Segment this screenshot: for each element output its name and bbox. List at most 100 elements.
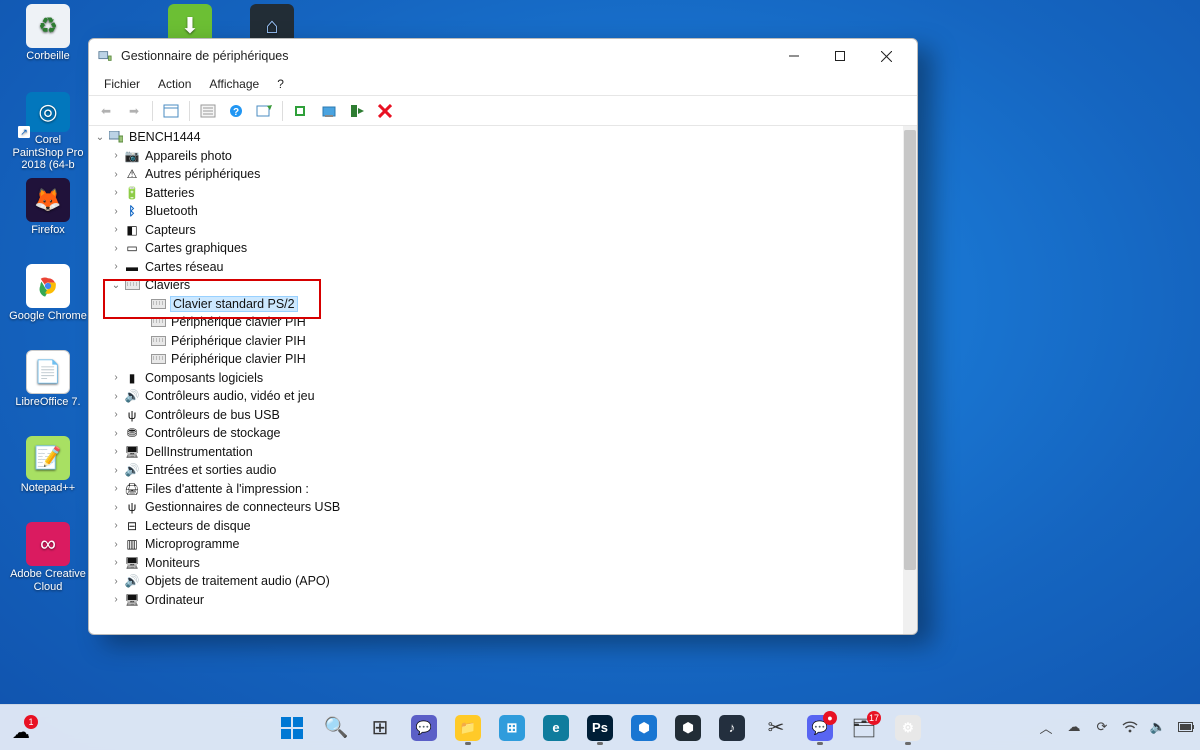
- category-icon: ψ: [123, 407, 141, 423]
- adobe-cc-icon: ∞: [26, 522, 70, 566]
- tray-battery-icon[interactable]: [1178, 719, 1194, 735]
- tree-category[interactable]: ›🔊Objets de traitement audio (APO): [89, 572, 903, 591]
- taskbar-snip-button[interactable]: ✂: [757, 709, 795, 747]
- tree-category[interactable]: ›▭Cartes graphiques: [89, 239, 903, 258]
- taskbar-hex1-button[interactable]: ⬢: [625, 709, 663, 747]
- vertical-scrollbar[interactable]: [903, 126, 917, 634]
- category-icon: 🔋: [123, 185, 141, 201]
- category-icon: ψ: [123, 499, 141, 515]
- category-icon: 🔊: [123, 573, 141, 589]
- svg-text:?: ?: [233, 107, 239, 118]
- taskbar-widgets[interactable]: ☁1: [6, 717, 36, 747]
- desktop-icon-libreoffice[interactable]: 📄LibreOffice 7.↗: [8, 350, 88, 430]
- icon-label: Corel PaintShop Pro 2018 (64-b: [8, 134, 88, 172]
- taskbar-chat-button[interactable]: 💬: [405, 709, 443, 747]
- desktop-icon-notepadpp[interactable]: 📝Notepad++↗: [8, 436, 88, 516]
- properties-button[interactable]: [195, 99, 221, 123]
- uninstall-device-button[interactable]: [316, 99, 342, 123]
- tree-category[interactable]: ›🖥Moniteurs: [89, 554, 903, 573]
- category-icon: ▬: [123, 259, 141, 275]
- devmgr-icon: ⚙: [895, 715, 921, 741]
- store-icon: ⊞: [499, 715, 525, 741]
- tree-device-keyboard[interactable]: Périphérique clavier PIH: [89, 332, 903, 351]
- app-icon: [97, 48, 113, 64]
- tray-wifi-icon[interactable]: [1122, 719, 1138, 735]
- show-hide-button[interactable]: [158, 99, 184, 123]
- tree-category[interactable]: ›🖥Ordinateur: [89, 591, 903, 610]
- taskbar-discord-button[interactable]: 💬●: [801, 709, 839, 747]
- taskbar-devmgr-button[interactable]: ⚙: [889, 709, 927, 747]
- tray-sync-icon[interactable]: ⟳: [1094, 719, 1110, 735]
- tree-category[interactable]: ›📷Appareils photo: [89, 147, 903, 166]
- tree-category[interactable]: ›ψContrôleurs de bus USB: [89, 406, 903, 425]
- help-button[interactable]: ?: [223, 99, 249, 123]
- menu-help[interactable]: ?: [268, 74, 293, 94]
- icon-label: Corbeille: [26, 50, 69, 63]
- tree-category[interactable]: ›🖨Files d'attente à l'impression :: [89, 480, 903, 499]
- scroll-thumb[interactable]: [904, 130, 916, 570]
- maximize-button[interactable]: [817, 41, 863, 71]
- taskbar-explorer-button[interactable]: 📁: [449, 709, 487, 747]
- taskbar-taskview-button[interactable]: ⊞: [361, 709, 399, 747]
- menu-view[interactable]: Affichage: [200, 74, 268, 94]
- scan-button[interactable]: [251, 99, 277, 123]
- tree-category[interactable]: ›🔋Batteries: [89, 184, 903, 203]
- weather-icon[interactable]: ☁1: [6, 717, 36, 747]
- count-badge: ●: [823, 711, 837, 725]
- device-tree: ⌄BENCH1444›📷Appareils photo›⚠Autres péri…: [89, 126, 917, 634]
- category-icon: ▮: [123, 370, 141, 386]
- tree-root[interactable]: ⌄BENCH1444: [89, 128, 903, 147]
- tree-category[interactable]: ›▥Microprogramme: [89, 535, 903, 554]
- disable-device-button[interactable]: [344, 99, 370, 123]
- taskbar-search-button[interactable]: 🔍: [317, 709, 355, 747]
- system-tray: ︿ ☁ ⟳ 🔈: [1038, 704, 1194, 750]
- tray-onedrive-icon[interactable]: ☁: [1066, 719, 1082, 735]
- desktop-icon-recycle[interactable]: ♻ Corbeille: [8, 4, 88, 84]
- taskbar-office-button[interactable]: 🗂17: [845, 709, 883, 747]
- menu-action[interactable]: Action: [149, 74, 200, 94]
- tree-category[interactable]: ›▮Composants logiciels: [89, 369, 903, 388]
- desktop-icon-chrome[interactable]: Google Chrome↗: [8, 264, 88, 344]
- window-title: Gestionnaire de périphériques: [121, 49, 771, 63]
- notepadpp-icon: 📝: [26, 436, 70, 480]
- taskbar-store-button[interactable]: ⊞: [493, 709, 531, 747]
- toolbar: ⬅ ➡ ?: [89, 96, 917, 126]
- taskbar-edge-button[interactable]: e: [537, 709, 575, 747]
- minimize-button[interactable]: [771, 41, 817, 71]
- tree-category[interactable]: ›ψGestionnaires de connecteurs USB: [89, 498, 903, 517]
- tree-category-keyboards[interactable]: ⌄Claviers: [89, 276, 903, 295]
- keyboard-icon: [123, 277, 141, 293]
- icon-label: Notepad++: [21, 482, 75, 495]
- titlebar[interactable]: Gestionnaire de périphériques: [89, 39, 917, 73]
- tray-chevron-icon[interactable]: ︿: [1038, 719, 1054, 735]
- taskbar-hex2-button[interactable]: ⬢: [669, 709, 707, 747]
- category-icon: ⊟: [123, 518, 141, 534]
- tray-volume-icon[interactable]: 🔈: [1150, 719, 1166, 735]
- category-icon: ⛃: [123, 425, 141, 441]
- category-icon: 🔊: [123, 462, 141, 478]
- tree-category[interactable]: ›⛃Contrôleurs de stockage: [89, 424, 903, 443]
- taskbar-amazon-music-button[interactable]: ♪: [713, 709, 751, 747]
- tree-device-keyboard[interactable]: Périphérique clavier PIH: [89, 313, 903, 332]
- tree-category[interactable]: ›⊟Lecteurs de disque: [89, 517, 903, 536]
- taskbar-photoshop-button[interactable]: Ps: [581, 709, 619, 747]
- remove-device-button[interactable]: [372, 99, 398, 123]
- tree-category[interactable]: ›ᛒBluetooth: [89, 202, 903, 221]
- tree-category[interactable]: ›◧Capteurs: [89, 221, 903, 240]
- tree-category[interactable]: ›⚠Autres périphériques: [89, 165, 903, 184]
- menu-file[interactable]: Fichier: [95, 74, 149, 94]
- desktop-icon-firefox[interactable]: 🦊Firefox↗: [8, 178, 88, 258]
- close-button[interactable]: [863, 41, 909, 71]
- desktop-icon-adobecc[interactable]: ∞Adobe Creative Cloud↗: [8, 522, 88, 602]
- taskview-icon: ⊞: [372, 715, 389, 740]
- taskbar-start-button[interactable]: [273, 709, 311, 747]
- tree-category[interactable]: ›🔊Contrôleurs audio, vidéo et jeu: [89, 387, 903, 406]
- tree-category[interactable]: ›🖥DellInstrumentation: [89, 443, 903, 462]
- tree-device-keyboard[interactable]: Périphérique clavier PIH: [89, 350, 903, 369]
- tree-category[interactable]: ›▬Cartes réseau: [89, 258, 903, 277]
- tree-device-keyboard[interactable]: Clavier standard PS/2: [89, 295, 903, 314]
- tree-category[interactable]: ›🔊Entrées et sorties audio: [89, 461, 903, 480]
- update-driver-button[interactable]: [288, 99, 314, 123]
- category-icon: ᛒ: [123, 203, 141, 219]
- category-icon: 🖥: [123, 592, 141, 608]
